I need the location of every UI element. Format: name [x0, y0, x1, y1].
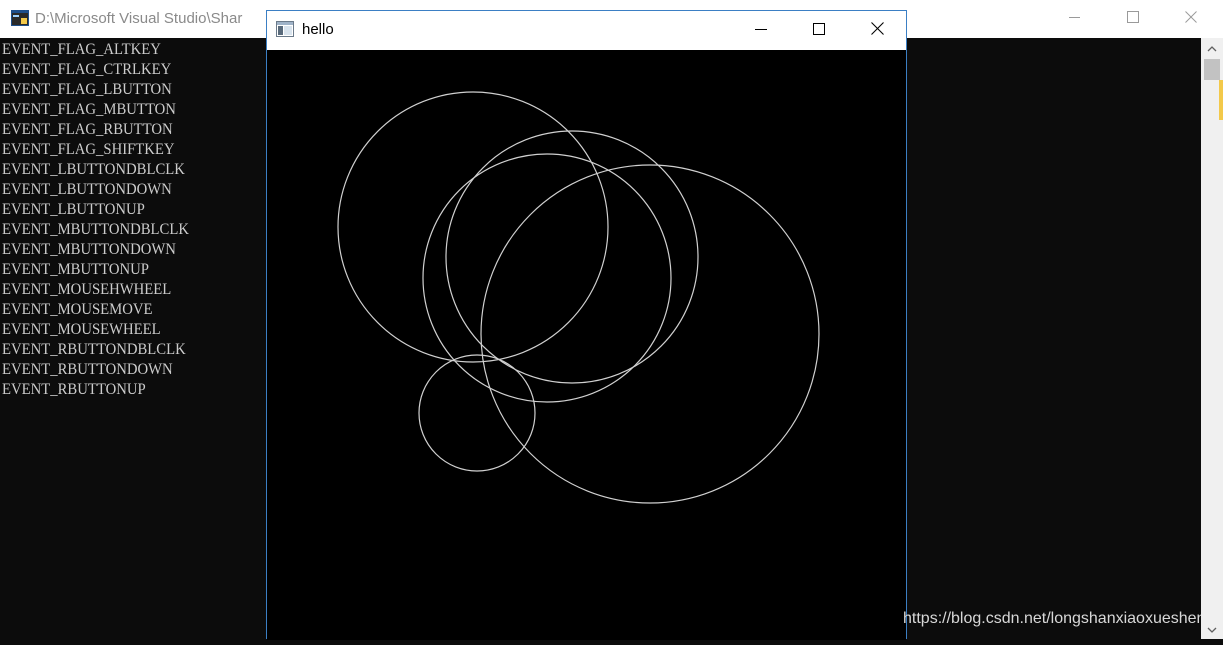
scroll-down-button[interactable]: [1201, 619, 1223, 639]
console-output: EVENT_FLAG_ALTKEY EVENT_FLAG_CTRLKEY EVE…: [2, 40, 205, 400]
close-icon: [1185, 10, 1197, 28]
chevron-up-icon: [1207, 39, 1217, 57]
maximize-icon: [813, 22, 825, 40]
window-app-icon: [276, 21, 294, 37]
minimize-icon: [1069, 10, 1081, 28]
chevron-down-icon: [1207, 620, 1217, 638]
console-minimize-button[interactable]: [1046, 0, 1104, 38]
hello-titlebar[interactable]: hello: [267, 11, 906, 50]
console-line: EVENT_FLAG_CTRLKEY: [2, 61, 172, 78]
console-line: EVENT_RBUTTONDBLCLK: [2, 341, 186, 358]
hello-window: hello: [266, 10, 907, 640]
circle: [480, 164, 820, 504]
console-line: EVENT_RBUTTONDOWN: [2, 361, 173, 378]
console-app-icon: [11, 10, 29, 26]
circles-drawing: [337, 91, 820, 504]
minimize-icon: [755, 22, 767, 40]
console-line: EVENT_LBUTTONUP: [2, 201, 145, 218]
circle: [422, 153, 672, 403]
hello-maximize-button[interactable]: [790, 11, 848, 50]
console-title: D:\Microsoft Visual Studio\Shar: [35, 10, 243, 27]
close-icon: [870, 21, 884, 40]
console-line: EVENT_MBUTTONDOWN: [2, 241, 176, 258]
circle: [445, 130, 699, 384]
console-line: EVENT_MOUSEHWHEEL: [2, 281, 172, 298]
console-line: EVENT_RBUTTONUP: [2, 381, 146, 398]
drawing-canvas[interactable]: [267, 50, 906, 640]
console-close-button[interactable]: [1162, 0, 1220, 38]
circle: [418, 354, 536, 472]
console-maximize-button[interactable]: [1104, 0, 1162, 38]
window-title: hello: [302, 21, 334, 38]
console-line: EVENT_FLAG_ALTKEY: [2, 41, 161, 58]
console-scrollbar[interactable]: [1201, 38, 1223, 639]
console-line: EVENT_FLAG_MBUTTON: [2, 101, 176, 118]
background-window-edge: [1219, 80, 1223, 120]
watermark-url: https://blog.csdn.net/longshanxiaoxueshe…: [903, 610, 1201, 627]
console-line: EVENT_MOUSEMOVE: [2, 301, 153, 318]
console-line: EVENT_FLAG_RBUTTON: [2, 121, 173, 138]
scroll-thumb[interactable]: [1204, 59, 1220, 80]
maximize-icon: [1127, 10, 1139, 28]
scroll-up-button[interactable]: [1201, 38, 1223, 58]
console-line: EVENT_MBUTTONDBLCLK: [2, 221, 189, 238]
console-line: EVENT_FLAG_LBUTTON: [2, 81, 172, 98]
console-line: EVENT_MBUTTONUP: [2, 261, 149, 278]
console-line: EVENT_LBUTTONDBLCLK: [2, 161, 185, 178]
hello-minimize-button[interactable]: [732, 11, 790, 50]
circle: [337, 91, 609, 363]
console-line: EVENT_FLAG_SHIFTKEY: [2, 141, 175, 158]
hello-close-button[interactable]: [848, 11, 906, 50]
console-line: EVENT_LBUTTONDOWN: [2, 181, 172, 198]
console-line: EVENT_MOUSEWHEEL: [2, 321, 161, 338]
